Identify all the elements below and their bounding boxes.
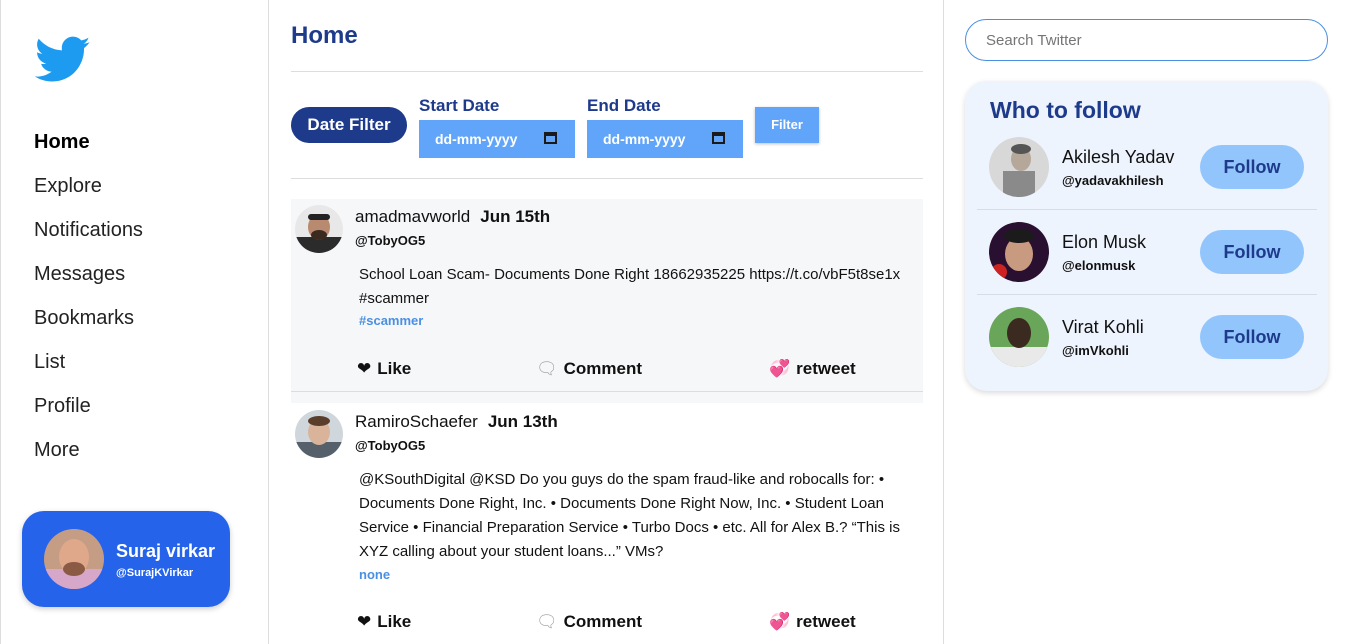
calendar-icon[interactable] (544, 132, 557, 144)
tweet-date: Jun 13th (487, 412, 558, 431)
nav-item-bookmarks[interactable]: Bookmarks (34, 302, 143, 346)
start-date-placeholder: dd-mm-yyyy (435, 131, 518, 147)
tweet-handle: @TobyOG5 (355, 438, 426, 453)
tweet-username[interactable]: amadmavworld Jun 15th (355, 207, 550, 227)
nav-item-list[interactable]: List (34, 346, 143, 390)
tweet-avatar[interactable] (295, 410, 343, 458)
end-date-placeholder: dd-mm-yyyy (603, 131, 686, 147)
who-to-follow-panel: Who to follow Akilesh Yadav @yadavakhile… (965, 81, 1328, 391)
tweet-username[interactable]: RamiroSchaefer Jun 13th (355, 412, 558, 432)
divider (977, 209, 1317, 210)
search-input[interactable] (965, 19, 1328, 61)
heart-icon: ❤ (357, 612, 372, 631)
follow-button[interactable]: Follow (1200, 145, 1304, 189)
end-date-label: End Date (587, 96, 661, 115)
nav-item-home[interactable]: Home (34, 126, 143, 170)
hearts-icon: 💞 (769, 612, 791, 631)
tweet-hashtag[interactable]: none (359, 567, 390, 582)
follow-button[interactable]: Follow (1200, 230, 1304, 274)
suggestion-name[interactable]: Elon Musk (1062, 232, 1146, 253)
tweet-item: RamiroSchaefer Jun 13th @TobyOG5 @KSouthD… (291, 404, 923, 644)
tweet-username-text: RamiroSchaefer (355, 412, 478, 431)
current-user-name: Suraj virkar (116, 541, 216, 561)
end-date-input[interactable]: dd-mm-yyyy (587, 120, 743, 158)
tweet-avatar[interactable] (295, 205, 343, 253)
like-label: Like (377, 359, 412, 378)
retweet-label: retweet (796, 612, 856, 631)
twitter-logo-icon[interactable] (35, 36, 91, 84)
current-user-card[interactable]: Suraj virkar @SurajKVirkar (22, 511, 230, 607)
tweet-date: Jun 15th (480, 207, 551, 226)
suggestion-avatar[interactable] (989, 222, 1049, 282)
like-label: Like (377, 612, 412, 631)
divider (291, 178, 923, 179)
filter-button[interactable]: Filter (755, 107, 819, 143)
comment-icon: 🗨 (536, 359, 558, 378)
follow-suggestion: Akilesh Yadav @yadavakhilesh Follow (977, 137, 1317, 222)
comment-button[interactable]: 🗨 Comment (536, 359, 642, 379)
retweet-label: retweet (796, 359, 856, 378)
comment-label: Comment (563, 612, 642, 631)
suggestion-handle: @imVkohli (1062, 343, 1129, 358)
tweet-item: amadmavworld Jun 15th @TobyOG5 School Loa… (291, 199, 923, 403)
suggestion-name[interactable]: Virat Kohli (1062, 317, 1144, 338)
nav-item-explore[interactable]: Explore (34, 170, 143, 214)
start-date-label: Start Date (419, 96, 500, 115)
current-user-handle: @SurajKVirkar (116, 567, 194, 579)
main-nav: Home Explore Notifications Messages Book… (34, 126, 143, 478)
comment-button[interactable]: 🗨 Comment (536, 612, 642, 632)
tweet-hashtag[interactable]: #scammer (359, 313, 423, 328)
current-user-avatar (44, 529, 104, 589)
tweet-username-text: amadmavworld (355, 207, 471, 226)
left-sidebar: Home Explore Notifications Messages Book… (0, 0, 269, 644)
follow-suggestion: Elon Musk @elonmusk Follow (977, 222, 1317, 307)
date-filter-button[interactable]: Date Filter (291, 107, 407, 143)
nav-item-notifications[interactable]: Notifications (34, 214, 143, 258)
tweet-handle: @TobyOG5 (355, 233, 426, 248)
nav-item-messages[interactable]: Messages (34, 258, 143, 302)
follow-button[interactable]: Follow (1200, 315, 1304, 359)
hearts-icon: 💞 (769, 359, 791, 378)
divider (291, 391, 923, 392)
divider (943, 0, 944, 644)
suggestion-handle: @yadavakhilesh (1062, 173, 1164, 188)
divider (977, 294, 1317, 295)
comment-icon: 🗨 (536, 612, 558, 631)
retweet-button[interactable]: 💞 retweet (769, 359, 856, 379)
tweet-text: School Loan Scam- Documents Done Right 1… (359, 266, 901, 307)
like-button[interactable]: ❤ Like (357, 612, 411, 632)
start-date-input[interactable]: dd-mm-yyyy (419, 120, 575, 158)
page-title: Home (291, 22, 358, 49)
tweet-text: @KSouthDigital @KSD Do you guys do the s… (359, 471, 900, 560)
suggestion-name[interactable]: Akilesh Yadav (1062, 147, 1174, 168)
retweet-button[interactable]: 💞 retweet (769, 612, 856, 632)
suggestion-avatar[interactable] (989, 137, 1049, 197)
calendar-icon[interactable] (712, 132, 725, 144)
suggestion-avatar[interactable] (989, 307, 1049, 367)
comment-label: Comment (563, 359, 642, 378)
follow-suggestion: Virat Kohli @imVkohli Follow (977, 307, 1317, 392)
who-to-follow-title: Who to follow (990, 97, 1141, 123)
divider (291, 71, 923, 72)
nav-item-more[interactable]: More (34, 434, 143, 478)
suggestion-handle: @elonmusk (1062, 258, 1136, 273)
nav-item-profile[interactable]: Profile (34, 390, 143, 434)
heart-icon: ❤ (357, 359, 372, 378)
like-button[interactable]: ❤ Like (357, 359, 411, 379)
